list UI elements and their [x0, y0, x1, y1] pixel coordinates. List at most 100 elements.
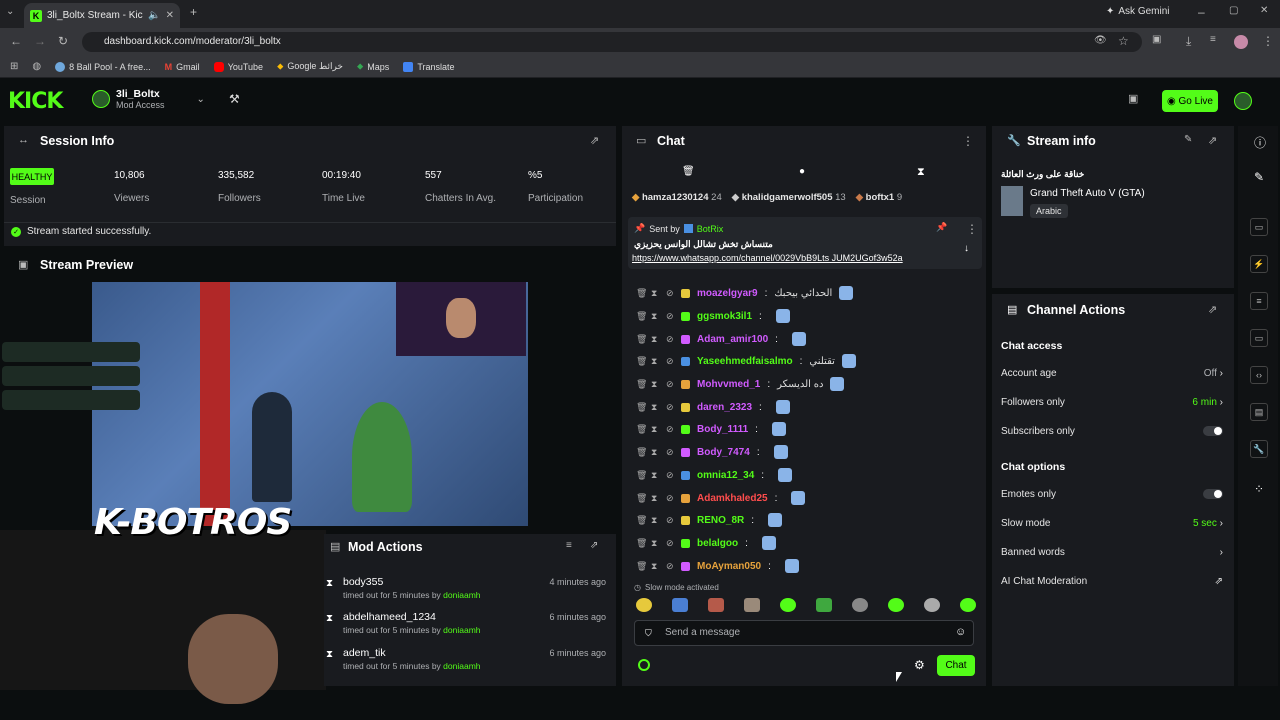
timeout-icon[interactable]: ⧗	[651, 561, 659, 572]
chat-input[interactable]: ⛉ Send a message ☺	[634, 620, 974, 646]
chat-icon[interactable]: ▭	[1250, 329, 1268, 347]
ban-icon[interactable]: ⊘	[666, 561, 674, 572]
apps-icon[interactable]: ⊞	[10, 61, 18, 72]
bookmark-star-icon[interactable]: ☆	[1118, 34, 1129, 48]
bookmark-maps[interactable]: ⬥ Maps	[357, 61, 389, 72]
media-icon[interactable]: ≡	[1210, 34, 1216, 45]
delete-message-icon[interactable]: 🗑	[636, 538, 647, 549]
ban-icon[interactable]: ⊘	[666, 379, 674, 390]
timeout-icon[interactable]: ⧗	[651, 334, 659, 345]
chat-username[interactable]: Body_7474	[697, 447, 750, 458]
chat-menu-icon[interactable]: ⋮	[962, 134, 974, 148]
layout-icon[interactable]: ▣	[1128, 92, 1138, 105]
popout-icon[interactable]: ⇗	[1208, 303, 1217, 316]
chat-username[interactable]: Body_1111	[697, 424, 748, 435]
list-icon[interactable]: ≡	[1250, 292, 1268, 310]
ban-icon[interactable]: ⊘	[666, 402, 674, 413]
emote-icon[interactable]	[672, 598, 688, 612]
delete-message-icon[interactable]: 🗑	[636, 470, 647, 481]
popout-icon[interactable]: ⇗	[1208, 134, 1217, 147]
hourglass-icon[interactable]: ⧗	[917, 166, 925, 179]
extensions-icon[interactable]: ▣	[1152, 34, 1161, 45]
gifter-item[interactable]: ◆ hamza1230124 24	[632, 192, 722, 203]
emote-icon[interactable]	[816, 598, 832, 612]
popout-icon[interactable]: ⇗	[590, 540, 598, 551]
emoji-icon[interactable]: ☺	[955, 626, 966, 638]
ban-icon[interactable]: ⊘	[666, 424, 674, 435]
chat-username[interactable]: daren_2323	[697, 402, 752, 413]
points-icon[interactable]	[638, 659, 650, 671]
emotes-only-toggle[interactable]	[1203, 489, 1223, 499]
timeout-icon[interactable]: ⧗	[651, 379, 659, 390]
collapse-arrow-icon[interactable]: ↓	[964, 243, 969, 254]
chat-username[interactable]: Mohvvmed_1	[697, 379, 760, 390]
bolt-icon[interactable]: ⚡	[1250, 255, 1268, 273]
screen-icon[interactable]: ▭	[1250, 218, 1268, 236]
timeout-icon[interactable]: ⧗	[651, 402, 659, 413]
unpin-icon[interactable]: 📌	[936, 222, 947, 233]
hammer-icon[interactable]: ⚒	[229, 92, 240, 106]
timeout-icon[interactable]: ⧗	[651, 288, 659, 299]
tracking-icon[interactable]: 👁	[1094, 35, 1107, 46]
code-icon[interactable]: ‹›	[1250, 366, 1268, 384]
delete-message-icon[interactable]: 🗑	[636, 402, 647, 413]
bookmark-translate[interactable]: Translate	[403, 61, 455, 72]
delete-message-icon[interactable]: 🗑	[636, 561, 647, 572]
delete-message-icon[interactable]: 🗑	[636, 334, 647, 345]
chat-username[interactable]: Yaseehmedfaisalmo	[697, 356, 793, 367]
browser-menu-icon[interactable]: ⋮	[1262, 34, 1274, 48]
browser-tab[interactable]: K 3li_Boltx Stream - Kick Das 🔈 ✕	[24, 3, 180, 28]
maximize-icon[interactable]: ▢	[1229, 5, 1238, 16]
ask-gemini-button[interactable]: ✦ Ask Gemini	[1106, 6, 1170, 17]
bookmark-8ball[interactable]: 8 Ball Pool - A free...	[55, 61, 151, 72]
chat-username[interactable]: moazelgyar9	[697, 288, 758, 299]
emote-icon[interactable]	[852, 598, 868, 612]
emote-icon[interactable]	[636, 598, 652, 612]
delete-message-icon[interactable]: 🗑	[636, 288, 647, 299]
timeout-icon[interactable]: ⧗	[651, 493, 659, 504]
emote-icon[interactable]	[960, 598, 976, 612]
emote-icon[interactable]	[924, 598, 940, 612]
chevron-down-icon[interactable]: ⌄	[197, 94, 205, 105]
trash-icon[interactable]: 🗑	[682, 166, 695, 177]
chat-settings-icon[interactable]: ●	[799, 166, 805, 177]
ban-icon[interactable]: ⊘	[666, 447, 674, 458]
gear-icon[interactable]: ⚙	[914, 658, 925, 672]
timeout-icon[interactable]: ⧗	[651, 311, 659, 322]
minimize-icon[interactable]: –	[1198, 5, 1205, 19]
delete-message-icon[interactable]: 🗑	[636, 356, 647, 367]
chat-username[interactable]: omnia12_34	[697, 470, 754, 481]
timeout-icon[interactable]: ⧗	[651, 538, 659, 549]
ban-icon[interactable]: ⊘	[666, 288, 674, 299]
filter-icon[interactable]: ≡	[566, 540, 572, 551]
chat-username[interactable]: MoAyman050	[697, 561, 761, 572]
delete-message-icon[interactable]: 🗑	[636, 493, 647, 504]
ai-moderation-setting[interactable]: AI Chat Moderation ⇗	[1001, 576, 1223, 587]
kick-logo[interactable]: KICK	[8, 89, 63, 114]
pinned-menu-icon[interactable]: ⋮	[966, 222, 978, 236]
chat-username[interactable]: Adamkhaled25	[697, 493, 768, 504]
chat-username[interactable]: belalgoo	[697, 538, 738, 549]
send-chat-button[interactable]: Chat	[937, 655, 975, 676]
delete-message-icon[interactable]: 🗑	[636, 424, 647, 435]
bookmark-gmail[interactable]: M Gmail	[165, 62, 200, 72]
go-live-button[interactable]: ◉ Go Live	[1162, 90, 1218, 112]
chat-username[interactable]: ggsmok3il1	[697, 311, 752, 322]
emote-icon[interactable]	[780, 598, 796, 612]
edit-icon[interactable]: ✎	[1184, 134, 1192, 145]
popout-icon[interactable]: ⇗	[590, 134, 599, 147]
reload-icon[interactable]: ↻	[58, 34, 68, 48]
url-input[interactable]: dashboard.kick.com/moderator/3li_boltx	[82, 32, 1142, 52]
ban-icon[interactable]: ⊘	[666, 470, 674, 481]
ban-icon[interactable]: ⊘	[666, 334, 674, 345]
pinned-link[interactable]: https://www.whatsapp.com/channel/0029VbB…	[632, 253, 903, 263]
gifter-item[interactable]: ◆ khalidgamerwolf505 13	[732, 192, 846, 203]
banned-words-setting[interactable]: Banned words ›	[1001, 547, 1223, 558]
followers-only-setting[interactable]: Followers only 6 min ›	[1001, 397, 1223, 408]
timeout-icon[interactable]: ⧗	[651, 447, 659, 458]
timeout-icon[interactable]: ⧗	[651, 515, 659, 526]
delete-message-icon[interactable]: 🗑	[636, 515, 647, 526]
delete-message-icon[interactable]: 🗑	[636, 379, 647, 390]
ban-icon[interactable]: ⊘	[666, 311, 674, 322]
emote-icon[interactable]	[888, 598, 904, 612]
